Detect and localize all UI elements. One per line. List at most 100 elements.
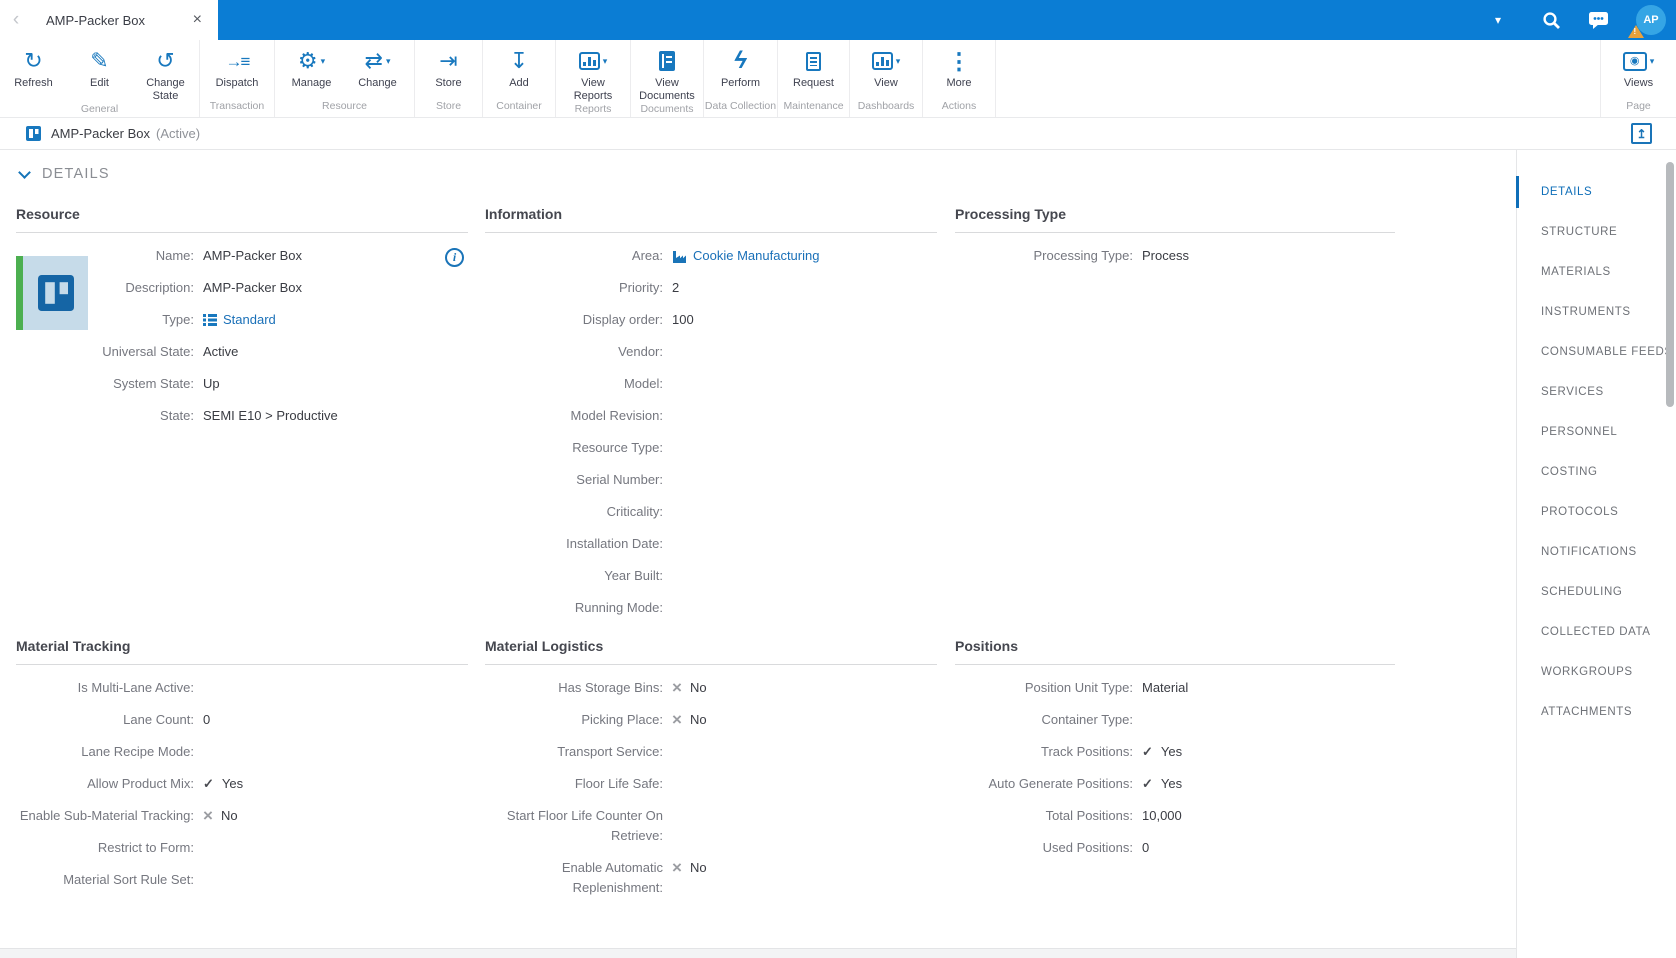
sidebar-item-consumable-feeds[interactable]: CONSUMABLE FEEDS xyxy=(1517,332,1676,372)
more-button[interactable]: ⋮ More xyxy=(926,40,992,100)
tab-amp-packer-box[interactable]: AMP-Packer Box × xyxy=(26,0,218,40)
ribbon-group-dashboards: ▾ View Dashboards xyxy=(850,40,923,117)
application-window: ‹ AMP-Packer Box × ▾ AP ! ↻ Refresh ✎ Ed… xyxy=(0,0,1676,958)
breadcrumb: AMP-Packer Box (Active) ↥ xyxy=(0,118,1676,150)
sidebar-item-structure[interactable]: STRUCTURE xyxy=(1517,212,1676,252)
store-button[interactable]: ⇥ Store xyxy=(416,40,482,100)
resource-panel: Resource i Name: AMP-Packer Box Descript… xyxy=(16,206,468,438)
warning-icon xyxy=(1628,25,1644,38)
sidebar-item-instruments[interactable]: INSTRUMENTS xyxy=(1517,292,1676,332)
sidebar-item-protocols[interactable]: PROTOCOLS xyxy=(1517,492,1676,532)
sidebar-item-materials[interactable]: MATERIALS xyxy=(1517,252,1676,292)
sidebar-item-attachments[interactable]: ATTACHMENTS xyxy=(1517,692,1676,732)
check-icon: ✓ xyxy=(203,776,214,791)
views-button[interactable]: ◉ ▾ Views xyxy=(1606,40,1672,100)
top-bar: ‹ AMP-Packer Box × ▾ AP ! xyxy=(0,0,1676,40)
resource-thumbnail-icon xyxy=(37,275,74,311)
back-button[interactable]: ‹ xyxy=(6,0,26,40)
view-documents-button[interactable]: View Documents xyxy=(634,40,700,103)
ribbon-group-label: Page xyxy=(1626,100,1651,112)
refresh-icon: ↻ xyxy=(24,48,43,73)
add-container-button[interactable]: ↧ Add xyxy=(486,40,552,100)
field-row: Allow Product Mix: ✓ Yes xyxy=(16,774,468,794)
swap-icon: ⇄ xyxy=(364,48,383,73)
material-logistics-panel: Material Logistics Has Storage Bins: × No… xyxy=(485,638,937,910)
edit-button[interactable]: ✎ Edit xyxy=(67,40,133,103)
field-row: Lane Count: 0 xyxy=(123,712,211,727)
sidebar-item-services[interactable]: SERVICES xyxy=(1517,372,1676,412)
ribbon-group-label: Dashboards xyxy=(857,100,915,112)
dashboard-icon xyxy=(871,52,893,70)
sidebar-item-collected-data[interactable]: COLLECTED DATA xyxy=(1517,612,1676,652)
horizontal-scrollbar[interactable] xyxy=(0,948,1516,958)
vertical-scrollbar[interactable] xyxy=(1666,162,1674,407)
panel-title: Material Logistics xyxy=(485,638,937,665)
field-row: Vendor: xyxy=(618,344,663,359)
ribbon-group-label: Store xyxy=(435,100,462,112)
cross-icon: × xyxy=(672,678,682,697)
view-dashboards-button[interactable]: ▾ View xyxy=(853,40,919,100)
positions-panel: Positions Position Unit Type: Material C… xyxy=(955,638,1395,870)
field-row: Enable Sub-Material Tracking: × No xyxy=(19,806,238,825)
panel-title: Processing Type xyxy=(955,206,1395,233)
sidebar-item-details[interactable]: DETAILS xyxy=(1516,172,1676,212)
chevron-down-icon[interactable]: ▾ xyxy=(1495,13,1501,27)
chevron-down-icon: ▾ xyxy=(602,55,608,66)
panel-title: Resource xyxy=(16,206,468,233)
ribbon-group-label: Maintenance xyxy=(783,100,844,112)
field-row: Lane Recipe Mode: xyxy=(81,744,194,759)
section-nav-sidebar: DETAILS STRUCTURE MATERIALS INSTRUMENTS … xyxy=(1516,150,1676,958)
field-row: Picking Place: × No xyxy=(581,710,707,729)
ribbon-group-label: Resource xyxy=(322,100,367,112)
close-icon[interactable]: × xyxy=(189,10,206,30)
field-row: Criticality: xyxy=(606,504,663,519)
ribbon-group-page: ◉ ▾ Views Page xyxy=(1600,40,1676,117)
view-reports-button[interactable]: ▾ View Reports xyxy=(560,40,626,103)
dispatch-button[interactable]: →≡ Dispatch xyxy=(204,40,270,100)
change-state-button[interactable]: ↺ Change State xyxy=(133,40,199,103)
sidebar-item-costing[interactable]: COSTING xyxy=(1517,452,1676,492)
area-link[interactable]: Cookie Manufacturing xyxy=(672,246,819,266)
field-row: Serial Number: xyxy=(576,472,663,487)
ribbon-group-label: Actions xyxy=(941,100,977,112)
chat-icon[interactable] xyxy=(1588,11,1609,30)
details-section-header[interactable]: DETAILS xyxy=(18,165,110,182)
type-link[interactable]: Standard xyxy=(203,310,276,330)
dispatch-icon: →≡ xyxy=(225,51,251,71)
field-row: Transport Service: xyxy=(557,744,663,759)
refresh-button[interactable]: ↻ Refresh xyxy=(1,40,67,103)
perform-button[interactable]: ϟ Perform xyxy=(708,40,774,100)
info-icon[interactable]: i xyxy=(445,248,464,267)
change-button[interactable]: ⇄ ▾ Change xyxy=(345,40,411,100)
system-state-value: Up xyxy=(203,376,220,391)
field-row: Year Built: xyxy=(604,568,663,583)
field-row: State: SEMI E10 > Productive xyxy=(16,406,468,426)
check-icon: ✓ xyxy=(1142,744,1153,759)
gear-icon: ⚙ xyxy=(297,48,318,73)
sidebar-item-workgroups[interactable]: WORKGROUPS xyxy=(1517,652,1676,692)
top-bar-actions: ▾ AP xyxy=(1495,0,1666,40)
ribbon-group-resource: ⚙ ▾ Manage ⇄ ▾ Change Resource xyxy=(275,40,415,117)
panel-title: Positions xyxy=(955,638,1395,665)
ribbon-group-container: ↧ Add Container xyxy=(483,40,556,117)
cross-icon: × xyxy=(672,858,682,877)
field-row: Has Storage Bins: × No xyxy=(558,678,707,697)
manage-button[interactable]: ⚙ ▾ Manage xyxy=(279,40,345,100)
document-icon xyxy=(806,51,821,71)
store-icon: ⇥ xyxy=(439,48,458,73)
ribbon-group-reports: ▾ View Reports Reports xyxy=(556,40,631,117)
collapse-panel-icon[interactable]: ↥ xyxy=(1631,123,1652,144)
chevron-down-icon: ▾ xyxy=(320,55,326,66)
panel-title: Information xyxy=(485,206,937,233)
more-icon: ⋮ xyxy=(947,47,971,74)
top-bar-background xyxy=(218,0,1676,40)
sidebar-item-notifications[interactable]: NOTIFICATIONS xyxy=(1517,532,1676,572)
avatar[interactable]: AP xyxy=(1628,5,1666,38)
request-button[interactable]: Request xyxy=(781,40,847,100)
ribbon-group-label: General xyxy=(80,103,119,115)
sidebar-item-personnel[interactable]: PERSONNEL xyxy=(1517,412,1676,452)
sidebar-item-scheduling[interactable]: SCHEDULING xyxy=(1517,572,1676,612)
search-icon[interactable] xyxy=(1542,11,1561,30)
lightning-icon: ϟ xyxy=(734,47,747,74)
ribbon-group-label: Documents xyxy=(640,103,694,115)
